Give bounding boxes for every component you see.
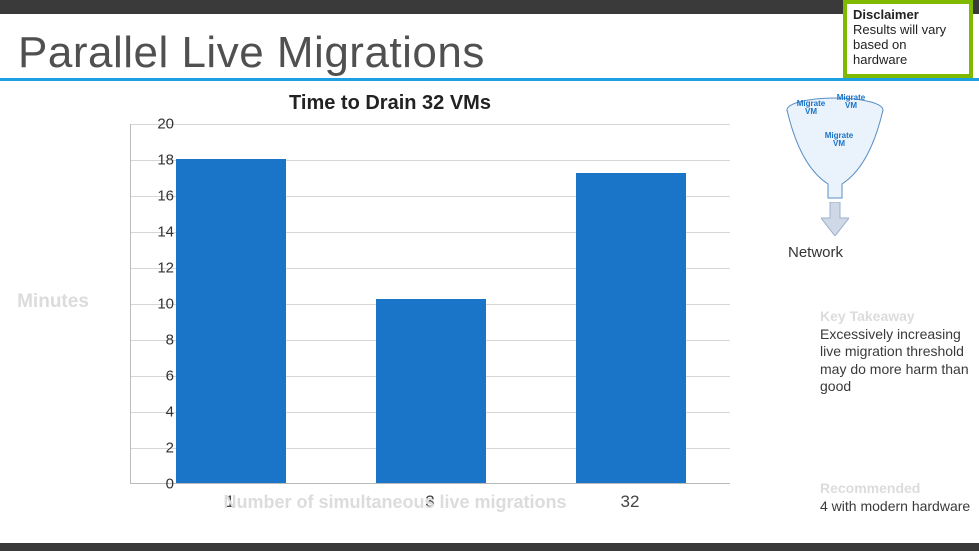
- vm-label: Migrate VM: [834, 94, 868, 110]
- xtick: 3: [330, 492, 530, 512]
- ytick: 4: [144, 404, 174, 421]
- disclaimer-body: Results will vary based on hardware: [853, 23, 963, 68]
- chart: Time to Drain 32 VMs Minutes 20 18 16 14…: [0, 92, 780, 542]
- ytick: 20: [144, 116, 174, 133]
- xtick: 1: [130, 492, 330, 512]
- takeaway-body: Excessively increasing live migration th…: [820, 326, 969, 395]
- takeaway-heading: Key Takeaway: [820, 308, 915, 324]
- ytick: 2: [144, 440, 174, 457]
- top-strip: [0, 0, 979, 14]
- bottom-strip: [0, 543, 979, 551]
- plot-area: [130, 124, 730, 484]
- recommended: Recommended 4 with modern hardware: [820, 480, 976, 515]
- network-label: Network: [788, 244, 843, 261]
- vm-label: Migrate VM: [794, 100, 828, 116]
- arrow-down-icon: [821, 202, 849, 236]
- ytick: 16: [144, 188, 174, 205]
- title-divider: [0, 78, 979, 81]
- bar-3: [376, 299, 486, 483]
- vm-label: Migrate VM: [822, 132, 856, 148]
- funnel-diagram: Migrate VM Migrate VM Migrate VM: [780, 92, 890, 262]
- recommended-heading: Recommended: [820, 480, 920, 496]
- ytick: 10: [144, 296, 174, 313]
- chart-title: Time to Drain 32 VMs: [0, 92, 780, 115]
- disclaimer-heading: Disclaimer: [853, 8, 963, 23]
- ytick: 0: [144, 476, 174, 493]
- xtick: 32: [530, 492, 730, 512]
- ytick: 12: [144, 260, 174, 277]
- key-takeaway: Key Takeaway Excessively increasing live…: [820, 308, 976, 396]
- ytick: 14: [144, 224, 174, 241]
- bar-1: [176, 159, 286, 483]
- ytick: 6: [144, 368, 174, 385]
- page-title: Parallel Live Migrations: [18, 28, 485, 78]
- slide: Parallel Live Migrations Disclaimer Resu…: [0, 0, 979, 551]
- disclaimer-box: Disclaimer Results will vary based on ha…: [843, 0, 973, 78]
- y-axis-label: Minutes: [0, 291, 108, 313]
- bar-32: [576, 173, 686, 483]
- recommended-body: 4 with modern hardware: [820, 498, 970, 514]
- ytick: 18: [144, 152, 174, 169]
- ytick: 8: [144, 332, 174, 349]
